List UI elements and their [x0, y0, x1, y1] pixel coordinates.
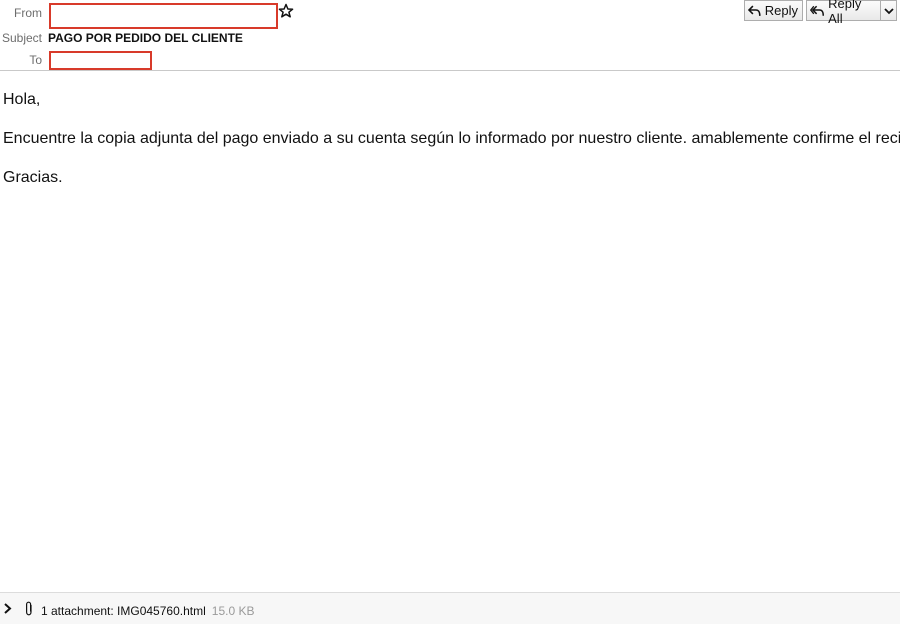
paperclip-icon	[26, 601, 32, 616]
reply-all-button[interactable]: Reply All	[806, 0, 881, 26]
closing-text: Gracias.	[3, 169, 63, 186]
subject-text: PAGO POR PEDIDO DEL CLIENTE	[48, 31, 243, 45]
from-address-redacted[interactable]	[49, 3, 278, 29]
message-body: Hola, Encuentre la copia adjunta del pag…	[3, 90, 900, 207]
to-address-redacted[interactable]	[49, 51, 152, 70]
message-header: From Subject PAGO POR PEDIDO DEL CLIENTE…	[0, 0, 900, 71]
from-label: From	[14, 6, 42, 20]
star-icon[interactable]	[278, 3, 294, 19]
reply-label: Reply	[764, 3, 798, 18]
reply-icon	[748, 5, 761, 16]
body-text: Encuentre la copia adjunta del pago envi…	[3, 130, 900, 147]
to-label: To	[29, 53, 42, 67]
reply-dropdown-button[interactable]	[880, 0, 897, 21]
reply-all-icon	[810, 5, 825, 16]
reply-all-label: Reply All	[828, 0, 862, 26]
chevron-down-icon	[883, 7, 894, 14]
attachment-size: 15.0 KB	[211, 604, 255, 618]
reply-button[interactable]: Reply	[744, 0, 803, 21]
attachment-summary[interactable]: 1 attachment: IMG045760.html	[41, 604, 206, 618]
greeting-text: Hola,	[3, 91, 41, 108]
subject-label: Subject	[1, 31, 42, 45]
attachment-info[interactable]: 1 attachment: IMG045760.html 15.0 KB	[41, 604, 254, 618]
attachment-bar[interactable]: 1 attachment: IMG045760.html 15.0 KB	[0, 592, 900, 624]
expand-chevron-icon[interactable]	[3, 603, 12, 614]
